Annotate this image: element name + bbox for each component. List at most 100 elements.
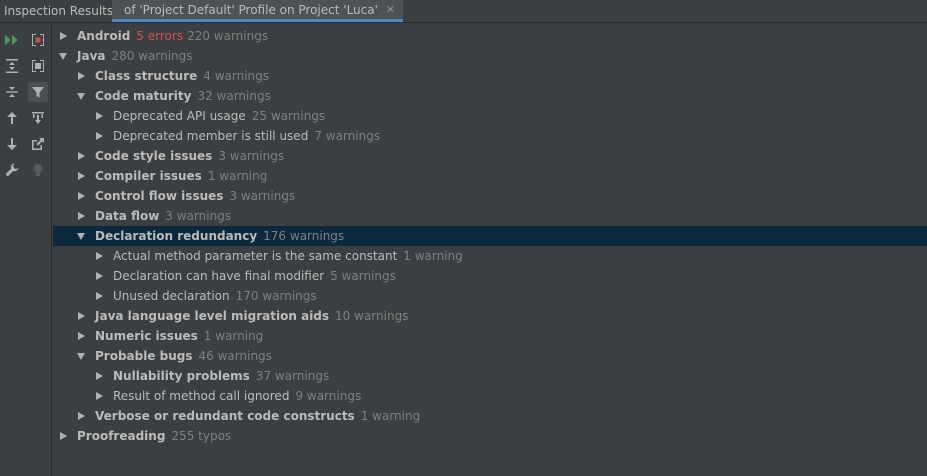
- group-icon[interactable]: [28, 56, 48, 76]
- tree-node-warning-count: 280 warnings: [111, 49, 193, 63]
- collapsed-arrow-icon[interactable]: [77, 152, 85, 160]
- tree-node[interactable]: Numeric issues 1 warning: [53, 326, 927, 346]
- tree-node-label: Numeric issues: [95, 329, 198, 343]
- next-icon[interactable]: [2, 134, 22, 154]
- collapsed-arrow-icon[interactable]: [77, 72, 85, 80]
- expanded-arrow-icon[interactable]: [59, 52, 67, 60]
- expanded-arrow-icon[interactable]: [77, 352, 85, 360]
- tree-node-warning-count: 46 warnings: [198, 349, 272, 363]
- tree-node-warning-count: 32 warnings: [197, 89, 271, 103]
- tree-node[interactable]: Code maturity 32 warnings: [53, 86, 927, 106]
- tree-node-warning-count: 1 warning: [203, 329, 264, 343]
- tree-node[interactable]: Android 5 errors 220 warnings: [53, 26, 927, 46]
- tree-node-label: Actual method parameter is the same cons…: [113, 249, 398, 263]
- collapsed-arrow-icon[interactable]: [59, 432, 67, 440]
- tree-node[interactable]: Result of method call ignored 9 warnings: [53, 386, 927, 406]
- expanded-arrow-icon[interactable]: [77, 92, 85, 100]
- collapsed-arrow-icon[interactable]: [77, 172, 85, 180]
- settings-wrench-icon[interactable]: [2, 160, 22, 180]
- tree-node-label: Data flow: [95, 209, 160, 223]
- tree-node-label: Compiler issues: [95, 169, 202, 183]
- tree-node-warning-count: 1 warning: [403, 249, 463, 263]
- tree-node-label: Deprecated API usage: [113, 109, 246, 123]
- tree-node-label: Java language level migration aids: [95, 309, 330, 323]
- tree-node[interactable]: Nullability problems 37 warnings: [53, 366, 927, 386]
- tree-node-warning-count: 4 warnings: [203, 69, 270, 83]
- expand-all-icon[interactable]: [2, 56, 22, 76]
- collapsed-arrow-icon[interactable]: [59, 32, 67, 40]
- autoscroll-icon[interactable]: [28, 108, 48, 128]
- collapse-all-icon[interactable]: [2, 82, 22, 102]
- stop-icon[interactable]: [28, 30, 48, 50]
- panel-title: Inspection Results:: [4, 4, 118, 18]
- tree-node-label: Proofreading: [77, 429, 166, 443]
- tree-node-label: Declaration redundancy: [95, 229, 258, 243]
- tree-node-label: Verbose or redundant code constructs: [95, 409, 355, 423]
- tree-node-warning-count: 255 typos: [171, 429, 232, 443]
- tree-node-label: Declaration can have final modifier: [113, 269, 325, 283]
- tree-node[interactable]: Actual method parameter is the same cons…: [53, 246, 927, 266]
- collapsed-arrow-icon[interactable]: [95, 132, 103, 140]
- collapsed-arrow-icon[interactable]: [95, 372, 103, 380]
- collapsed-arrow-icon[interactable]: [77, 332, 85, 340]
- tree-node[interactable]: Verbose or redundant code constructs 1 wa…: [53, 406, 927, 426]
- tree-node[interactable]: Deprecated member is still used 7 warning…: [53, 126, 927, 146]
- lightbulb-icon: [28, 160, 48, 180]
- tree-node[interactable]: Java 280 warnings: [53, 46, 927, 66]
- tree-node-label: Code style issues: [95, 149, 213, 163]
- tab-inspection-results[interactable]: of 'Project Default' Profile on Project …: [112, 0, 404, 22]
- tree-node[interactable]: Unused declaration 170 warnings: [53, 286, 927, 306]
- collapsed-arrow-icon[interactable]: [77, 412, 85, 420]
- tree-node-warning-count: 3 warnings: [229, 189, 296, 203]
- tree-node-label: Control flow issues: [95, 189, 224, 203]
- tree-node[interactable]: Control flow issues 3 warnings: [53, 186, 927, 206]
- tree-node-warning-count: 170 warnings: [235, 289, 317, 303]
- tree-node[interactable]: Data flow 3 warnings: [53, 206, 927, 226]
- tree-node-warning-count: 25 warnings: [251, 109, 326, 123]
- tree-node-label: Nullability problems: [113, 369, 250, 383]
- tree-node[interactable]: Declaration redundancy 176 warnings: [53, 226, 927, 246]
- collapsed-arrow-icon[interactable]: [95, 392, 103, 400]
- tree-node-error-count: 5 errors: [136, 29, 184, 43]
- inspection-results-tree: Android 5 errors 220 warnings Java 280 warni…: [53, 24, 927, 476]
- close-icon[interactable]: ✕: [386, 3, 395, 16]
- expanded-arrow-icon[interactable]: [77, 232, 85, 240]
- tree-node-label: Java: [77, 49, 106, 63]
- tree-node-warning-count: 1 warning: [207, 169, 268, 183]
- tree-node-warning-count: 37 warnings: [255, 369, 330, 383]
- tree-node-warning-count: 9 warnings: [295, 389, 362, 403]
- tree-node[interactable]: Class structure 4 warnings: [53, 66, 927, 86]
- collapsed-arrow-icon[interactable]: [95, 252, 103, 260]
- collapsed-arrow-icon[interactable]: [77, 212, 85, 220]
- collapsed-arrow-icon[interactable]: [77, 192, 85, 200]
- tree-node-warning-count: 3 warnings: [218, 149, 285, 163]
- rerun-icon[interactable]: [2, 30, 22, 50]
- tree-node-warning-count: 1 warning: [360, 409, 421, 423]
- filter-icon[interactable]: [28, 82, 48, 102]
- tree-node[interactable]: Proofreading 255 typos: [53, 426, 927, 446]
- tree-node[interactable]: Java language level migration aids 10 war…: [53, 306, 927, 326]
- tree-node-label: Unused declaration: [113, 289, 230, 303]
- tree-node-warning-count: 7 warnings: [314, 129, 381, 143]
- tree-node-warning-count: 220 warnings: [187, 29, 269, 43]
- tree-node[interactable]: Probable bugs 46 warnings: [53, 346, 927, 366]
- tree-node[interactable]: Code style issues 3 warnings: [53, 146, 927, 166]
- tree-node-warning-count: 10 warnings: [335, 309, 409, 323]
- tree-node[interactable]: Declaration can have final modifier 5 war…: [53, 266, 927, 286]
- tab-label: of 'Project Default' Profile on Project …: [124, 2, 378, 17]
- previous-icon[interactable]: [2, 108, 22, 128]
- tree-node[interactable]: Compiler issues 1 warning: [53, 166, 927, 186]
- tree-node-label: Result of method call ignored: [113, 389, 290, 403]
- inspection-toolbar: [0, 24, 52, 476]
- tree-node-warning-count: 176 warnings: [263, 229, 345, 243]
- tree-node-label: Probable bugs: [95, 349, 193, 363]
- collapsed-arrow-icon[interactable]: [95, 272, 103, 280]
- tree-node-label: Deprecated member is still used: [113, 129, 309, 143]
- tree-node[interactable]: Deprecated API usage 25 warnings: [53, 106, 927, 126]
- tree-node-warning-count: 5 warnings: [330, 269, 396, 283]
- collapsed-arrow-icon[interactable]: [95, 112, 103, 120]
- tab-bar: Inspection Results: of 'Project Default'…: [0, 0, 927, 23]
- collapsed-arrow-icon[interactable]: [77, 312, 85, 320]
- collapsed-arrow-icon[interactable]: [95, 292, 103, 300]
- export-icon[interactable]: [28, 134, 48, 154]
